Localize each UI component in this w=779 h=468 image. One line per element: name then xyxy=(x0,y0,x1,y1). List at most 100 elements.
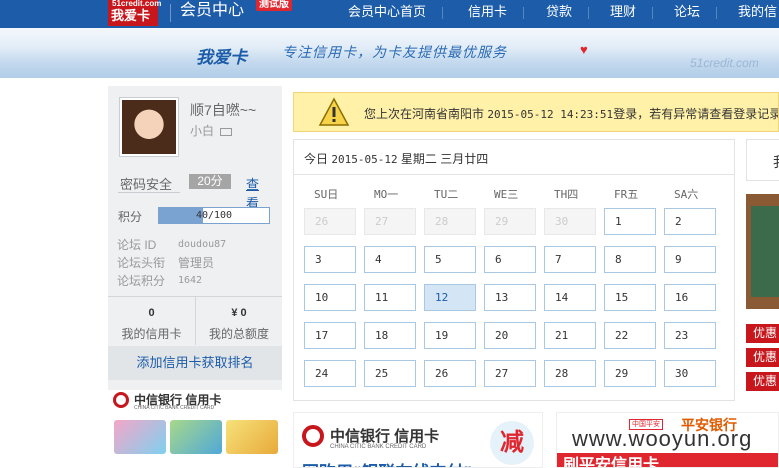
card-image-2 xyxy=(170,420,222,454)
calendar-day[interactable]: 8 xyxy=(604,246,656,273)
calendar-day[interactable]: 22 xyxy=(604,322,656,349)
security-score-badge: 20分 xyxy=(189,174,231,189)
pingan-slogan: 刷平安信用卡 xyxy=(563,457,660,468)
password-security-row: 密码安全 20分 查看 xyxy=(119,172,271,211)
citic-card-subtitle: CREDIT CARD xyxy=(180,405,215,411)
nav-finance[interactable]: 理财 xyxy=(610,0,654,24)
calendar-day[interactable]: 16 xyxy=(664,284,716,311)
calendar-day[interactable]: 18 xyxy=(364,322,416,349)
calendar-day[interactable]: 24 xyxy=(304,360,356,387)
citic-bank-logo-icon xyxy=(113,392,129,408)
card-image-1 xyxy=(114,420,166,454)
alert-message: 您上次在河南省南阳市 2015-05-12 14:23:51登录，若有异常请查看… xyxy=(364,105,779,122)
citic-bank-en: CHINA CITIC BANK CREDIT CARD xyxy=(134,405,214,411)
weekday-header: WE三 xyxy=(494,188,519,201)
total-limit-stat[interactable]: ¥ 0 我的总额度 xyxy=(195,297,282,345)
forum-points-row: 论坛积分 1642 xyxy=(117,272,202,290)
alert-prefix: 您上次在河南省南阳市 xyxy=(364,107,488,121)
calendar-day[interactable]: 19 xyxy=(424,322,476,349)
calendar-day[interactable]: 27 xyxy=(364,208,416,235)
nav-loan[interactable]: 贷款 xyxy=(546,0,590,24)
calendar-panel: 今日 2015-05-12 星期二 三月廿四 SU日 MO一 TU二 WE三 TH四 FR… xyxy=(293,139,735,401)
avatar[interactable] xyxy=(119,97,179,157)
forum-id-value: doudou87 xyxy=(178,239,227,250)
citic-ad-slogan: 网购用“银联在线支付” xyxy=(302,458,472,467)
calendar-day[interactable]: 14 xyxy=(544,284,596,311)
calendar-day[interactable]: 23 xyxy=(664,322,716,349)
citic-card-subtitle: CREDIT CARD xyxy=(385,444,427,450)
my-cards-stat[interactable]: 0 我的信用卡 xyxy=(108,297,195,345)
calendar-day[interactable]: 28 xyxy=(544,360,596,387)
calendar-day[interactable]: 6 xyxy=(484,246,536,273)
beta-badge: 测试版 xyxy=(256,0,292,11)
site-title: 会员中心 xyxy=(180,2,245,19)
citic-bank-logo-icon xyxy=(302,425,324,447)
security-label: 密码安全 xyxy=(120,177,173,192)
header-banner: 我爱卡 专注信用卡，为卡友提供最优服务 ♥ 51credit.com xyxy=(0,28,779,78)
calendar-day[interactable]: 21 xyxy=(544,322,596,349)
logo-divider xyxy=(170,4,171,22)
warning-icon xyxy=(318,97,350,126)
alert-suffix: 登录，若有异常请查看登录记录或 xyxy=(613,107,779,121)
nav-forum[interactable]: 论坛 xyxy=(674,0,718,24)
calendar-day[interactable]: 3 xyxy=(304,246,356,273)
level-icon xyxy=(220,127,233,136)
forum-points-value: 1642 xyxy=(178,275,203,286)
calendar-day[interactable]: 26 xyxy=(304,208,356,235)
top-nav-bar: 51credit.com 我爱卡 会员中心 测试版 会员中心首页 信用卡 贷款 … xyxy=(0,0,779,28)
my-cards-count: 0 xyxy=(148,307,155,319)
card-image-3 xyxy=(226,420,278,454)
citic-bank-en-name: CHINA CITIC BANK xyxy=(134,405,179,411)
site-logo[interactable]: 51credit.com 我爱卡 xyxy=(108,0,161,26)
weekday-header: SA六 xyxy=(674,188,699,201)
calendar-day[interactable]: 11 xyxy=(364,284,416,311)
promo-link-2[interactable]: 优惠 xyxy=(746,348,779,367)
calendar-day[interactable]: 9 xyxy=(664,246,716,273)
calendar-day[interactable]: 29 xyxy=(604,360,656,387)
watermark: www.wooyun.org xyxy=(572,426,753,451)
user-level-text: 小白 xyxy=(190,124,215,138)
add-credit-card-button[interactable]: 添加信用卡获取排名 xyxy=(108,346,282,380)
calendar-day[interactable]: 2 xyxy=(664,208,716,235)
promo-link-3[interactable]: 优惠 xyxy=(746,372,779,391)
calendar-day[interactable]: 13 xyxy=(484,284,536,311)
calendar-day[interactable]: 30 xyxy=(544,208,596,235)
citic-bank-en-name: CHINA CITIC BANK xyxy=(330,444,384,450)
calendar-day[interactable]: 1 xyxy=(604,208,656,235)
forum-points-label: 论坛积分 xyxy=(117,274,166,288)
right-tab[interactable]: 我 xyxy=(746,139,779,181)
calendar-day-today[interactable]: 12 xyxy=(424,284,476,311)
calendar-day[interactable]: 28 xyxy=(424,208,476,235)
calendar-day[interactable]: 27 xyxy=(484,360,536,387)
card-stats: 0 我的信用卡 ¥ 0 我的总额度 xyxy=(108,296,282,345)
calendar-day[interactable]: 20 xyxy=(484,322,536,349)
heart-icon: ♥ xyxy=(580,42,588,57)
right-column: 我 优惠 优惠 优惠 xyxy=(746,139,779,401)
calendar-today-suffix: 星期二 三月廿四 xyxy=(397,152,489,166)
calendar-day[interactable]: 29 xyxy=(484,208,536,235)
calendar-day[interactable]: 30 xyxy=(664,360,716,387)
weekday-header: TH四 xyxy=(554,188,579,201)
nav-credit-card[interactable]: 信用卡 xyxy=(468,0,525,24)
points-progress-bar: 40/100 xyxy=(158,207,270,224)
promo-link-1[interactable]: 优惠 xyxy=(746,324,779,343)
nav-my-account[interactable]: 我的信 xyxy=(738,0,777,24)
right-promo-image[interactable] xyxy=(746,194,779,309)
nav-member-home[interactable]: 会员中心首页 xyxy=(348,0,444,24)
citic-online-pay-ad[interactable]: 中信银行 信用卡 CHINA CITIC BANK CREDIT CARD 减 … xyxy=(293,412,543,468)
calendar-day[interactable]: 26 xyxy=(424,360,476,387)
calendar-day[interactable]: 10 xyxy=(304,284,356,311)
calendar-day[interactable]: 7 xyxy=(544,246,596,273)
points-label: 积分 xyxy=(118,210,143,224)
logo-name: 我爱卡 xyxy=(111,8,151,23)
calendar-day[interactable]: 5 xyxy=(424,246,476,273)
calendar-day[interactable]: 15 xyxy=(604,284,656,311)
calendar-day[interactable]: 4 xyxy=(364,246,416,273)
username: 顺7自嘫~~ xyxy=(190,102,257,118)
calendar-day[interactable]: 25 xyxy=(364,360,416,387)
citic-card-ad-left[interactable]: 中信银行 信用卡 CHINA CITIC BANK CREDIT CARD xyxy=(108,390,282,468)
login-alert: 您上次在河南省南阳市 2015-05-12 14:23:51登录，若有异常请查看… xyxy=(293,92,779,132)
calendar-day[interactable]: 17 xyxy=(304,322,356,349)
forum-id-label: 论坛 ID xyxy=(117,238,157,252)
forum-id-row: 论坛 ID doudou87 xyxy=(117,236,226,254)
